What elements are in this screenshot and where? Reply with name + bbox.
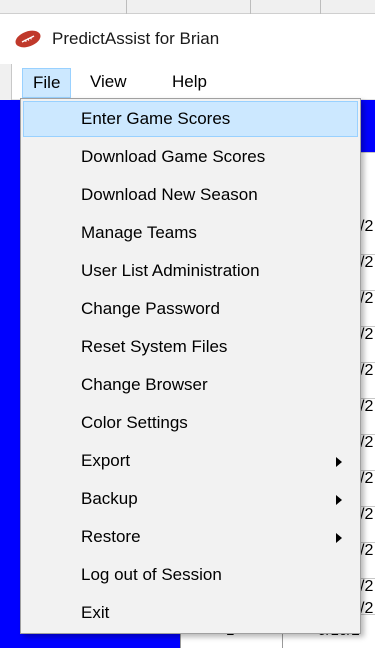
- menu-file[interactable]: File: [22, 68, 72, 98]
- menu-item-manage-teams[interactable]: Manage Teams: [23, 215, 358, 251]
- menu-item-label: Change Browser: [81, 375, 208, 394]
- underlying-window-strip: [0, 0, 375, 14]
- title-bar[interactable]: PredictAssist for Brian: [0, 14, 375, 64]
- grid-cell-date: /2: [360, 600, 374, 617]
- menu-item-label: Exit: [81, 603, 110, 622]
- submenu-arrow-icon: [336, 457, 342, 467]
- menu-item-user-list-administration[interactable]: User List Administration: [23, 253, 358, 289]
- menu-item-export[interactable]: Export: [23, 443, 358, 479]
- menu-view[interactable]: View: [80, 68, 137, 98]
- menu-item-download-new-season[interactable]: Download New Season: [23, 177, 358, 213]
- window-title: PredictAssist for Brian: [52, 29, 220, 48]
- menu-item-exit[interactable]: Exit: [23, 595, 358, 631]
- file-menu-dropdown: Enter Game Scores Download Game Scores D…: [20, 98, 361, 634]
- menu-item-label: Download Game Scores: [81, 147, 266, 166]
- grid-cell-date: /2: [360, 326, 374, 343]
- menu-item-label: Enter Game Scores: [81, 109, 231, 128]
- grid-cell-date: /2: [360, 542, 374, 559]
- menu-item-backup[interactable]: Backup: [23, 481, 358, 517]
- menu-item-label: Backup: [81, 489, 138, 508]
- menu-item-log-out-of-session[interactable]: Log out of Session: [23, 557, 358, 593]
- menu-item-download-game-scores[interactable]: Download Game Scores: [23, 139, 358, 175]
- menu-bar: File View Help: [0, 64, 375, 100]
- menu-item-label: Manage Teams: [81, 223, 197, 242]
- menu-item-label: Change Password: [81, 299, 220, 318]
- menu-item-label: User List Administration: [81, 261, 260, 280]
- grid-cell-date: /2: [360, 254, 374, 271]
- menu-item-label: Download New Season: [81, 185, 258, 204]
- submenu-arrow-icon: [336, 495, 342, 505]
- grid-cell-date: /2: [360, 398, 374, 415]
- menu-item-label: Color Settings: [81, 413, 188, 432]
- football-icon: [10, 26, 46, 52]
- grid-cell-date: /2: [360, 218, 374, 235]
- menu-item-reset-system-files[interactable]: Reset System Files: [23, 329, 358, 365]
- menu-item-label: Log out of Session: [81, 565, 222, 584]
- menu-item-color-settings[interactable]: Color Settings: [23, 405, 358, 441]
- menubar-left-edge: [0, 64, 12, 100]
- menu-item-label: Restore: [81, 527, 141, 546]
- strip-separator: [250, 0, 251, 14]
- grid-cell-date: /2: [360, 290, 374, 307]
- menu-item-enter-game-scores[interactable]: Enter Game Scores: [23, 101, 358, 137]
- menu-help[interactable]: Help: [162, 68, 217, 98]
- grid-cell-date: /2: [360, 362, 374, 379]
- strip-separator: [320, 0, 321, 14]
- grid-cell-date: /2: [360, 578, 374, 595]
- menu-item-label: Export: [81, 451, 131, 470]
- grid-cell-date: /2: [360, 470, 374, 487]
- menu-item-change-password[interactable]: Change Password: [23, 291, 358, 327]
- menu-item-change-browser[interactable]: Change Browser: [23, 367, 358, 403]
- submenu-arrow-icon: [336, 533, 342, 543]
- grid-cell-date: /2: [360, 434, 374, 451]
- grid-cell-date: /2: [360, 506, 374, 523]
- strip-separator: [126, 0, 127, 14]
- menu-item-restore[interactable]: Restore: [23, 519, 358, 555]
- menu-item-label: Reset System Files: [81, 337, 228, 356]
